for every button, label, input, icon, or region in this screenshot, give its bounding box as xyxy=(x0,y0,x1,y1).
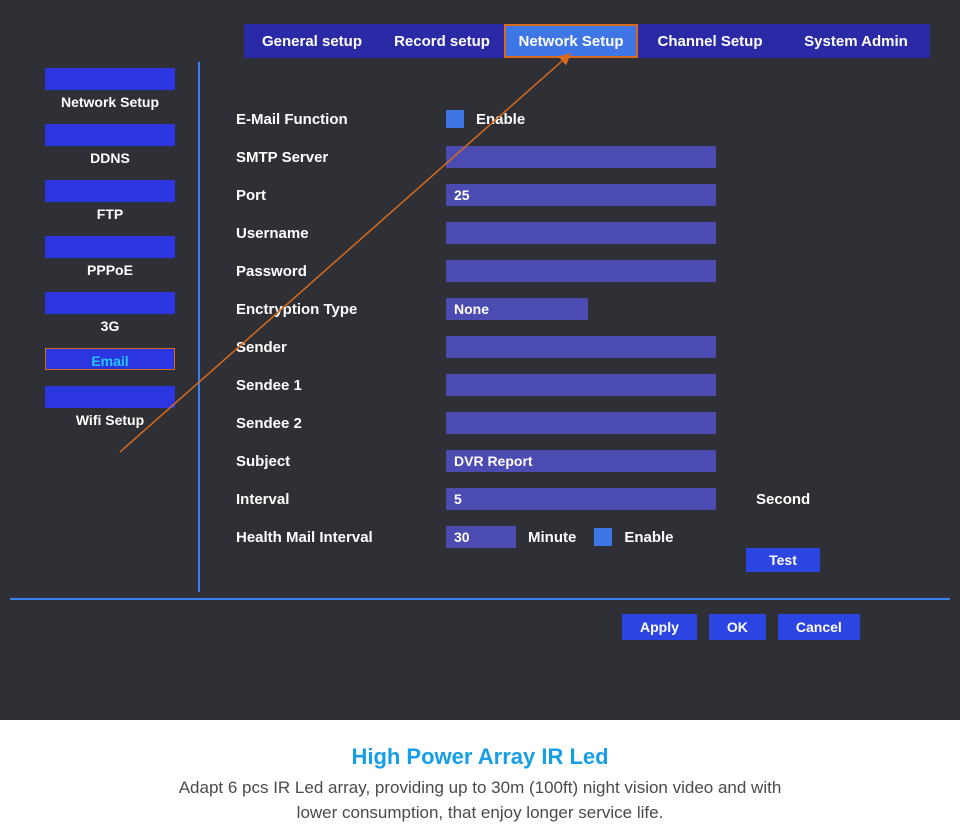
tab-general-setup[interactable]: General setup xyxy=(244,24,380,58)
sidebar-item-label: FTP xyxy=(40,202,180,222)
sidebar-cap-icon xyxy=(45,386,175,408)
caption-body: Adapt 6 pcs IR Led array, providing up t… xyxy=(160,776,800,825)
unit-interval: Second xyxy=(756,491,810,508)
label-sender: Sender xyxy=(236,339,446,356)
label-health: Health Mail Interval xyxy=(236,529,446,546)
email-form: E-Mail Function Enable SMTP Server Port … xyxy=(236,100,930,556)
top-tabbar: General setup Record setup Network Setup… xyxy=(244,24,930,58)
label-port: Port xyxy=(236,187,446,204)
input-subject[interactable]: DVR Report xyxy=(446,450,716,472)
label-sendee1: Sendee 1 xyxy=(236,377,446,394)
footer-buttons: Apply OK Cancel xyxy=(622,614,860,640)
sidebar-item-pppoe[interactable]: PPPoE xyxy=(40,236,180,278)
caption-title: High Power Array IR Led xyxy=(0,744,960,770)
cancel-button[interactable]: Cancel xyxy=(778,614,860,640)
sidebar-item-label: Email xyxy=(40,350,180,372)
label-email-function: E-Mail Function xyxy=(236,111,446,128)
sidebar-item-wifi-setup[interactable]: Wifi Setup xyxy=(40,386,180,428)
tab-record-setup[interactable]: Record setup xyxy=(380,24,504,58)
label-encryption: Enctryption Type xyxy=(236,301,446,318)
input-sender[interactable] xyxy=(446,336,716,358)
sidebar: Network Setup DDNS FTP PPPoE 3G Email Wi… xyxy=(40,68,180,442)
footer-separator xyxy=(10,598,950,600)
input-health[interactable]: 30 xyxy=(446,526,516,548)
checkbox-label-health-enable: Enable xyxy=(624,529,673,546)
sidebar-item-ddns[interactable]: DDNS xyxy=(40,124,180,166)
sidebar-item-network-setup[interactable]: Network Setup xyxy=(40,68,180,110)
sidebar-item-3g[interactable]: 3G xyxy=(40,292,180,334)
label-password: Password xyxy=(236,263,446,280)
input-sendee1[interactable] xyxy=(446,374,716,396)
sidebar-item-email[interactable]: Email xyxy=(40,348,180,372)
sidebar-item-ftp[interactable]: FTP xyxy=(40,180,180,222)
sidebar-separator xyxy=(198,62,200,592)
checkbox-email-function[interactable] xyxy=(446,110,464,128)
tab-network-setup[interactable]: Network Setup xyxy=(504,24,638,58)
test-button[interactable]: Test xyxy=(746,548,820,572)
tab-channel-setup[interactable]: Channel Setup xyxy=(638,24,782,58)
checkbox-label-enable: Enable xyxy=(476,111,525,128)
label-smtp: SMTP Server xyxy=(236,149,446,166)
unit-health: Minute xyxy=(528,529,576,546)
input-interval[interactable]: 5 xyxy=(446,488,716,510)
label-interval: Interval xyxy=(236,491,446,508)
sidebar-item-label: Wifi Setup xyxy=(40,408,180,428)
tab-system-admin[interactable]: System Admin xyxy=(782,24,930,58)
input-port[interactable]: 25 xyxy=(446,184,716,206)
sidebar-cap-icon xyxy=(45,68,175,90)
select-encryption[interactable]: None xyxy=(446,298,588,320)
input-password[interactable] xyxy=(446,260,716,282)
sidebar-item-label: PPPoE xyxy=(40,258,180,278)
settings-panel: General setup Record setup Network Setup… xyxy=(0,0,960,720)
input-username[interactable] xyxy=(446,222,716,244)
sidebar-cap-icon xyxy=(45,124,175,146)
sidebar-cap-icon xyxy=(45,236,175,258)
checkbox-health-enable[interactable] xyxy=(594,528,612,546)
input-sendee2[interactable] xyxy=(446,412,716,434)
caption-block: High Power Array IR Led Adapt 6 pcs IR L… xyxy=(0,720,960,825)
ok-button[interactable]: OK xyxy=(709,614,766,640)
sidebar-item-label: DDNS xyxy=(40,146,180,166)
input-smtp[interactable] xyxy=(446,146,716,168)
sidebar-item-label: Network Setup xyxy=(40,90,180,110)
sidebar-cap-icon xyxy=(45,180,175,202)
label-subject: Subject xyxy=(236,453,446,470)
apply-button[interactable]: Apply xyxy=(622,614,697,640)
sidebar-cap-icon xyxy=(45,292,175,314)
sidebar-item-label: 3G xyxy=(40,314,180,334)
label-username: Username xyxy=(236,225,446,242)
label-sendee2: Sendee 2 xyxy=(236,415,446,432)
